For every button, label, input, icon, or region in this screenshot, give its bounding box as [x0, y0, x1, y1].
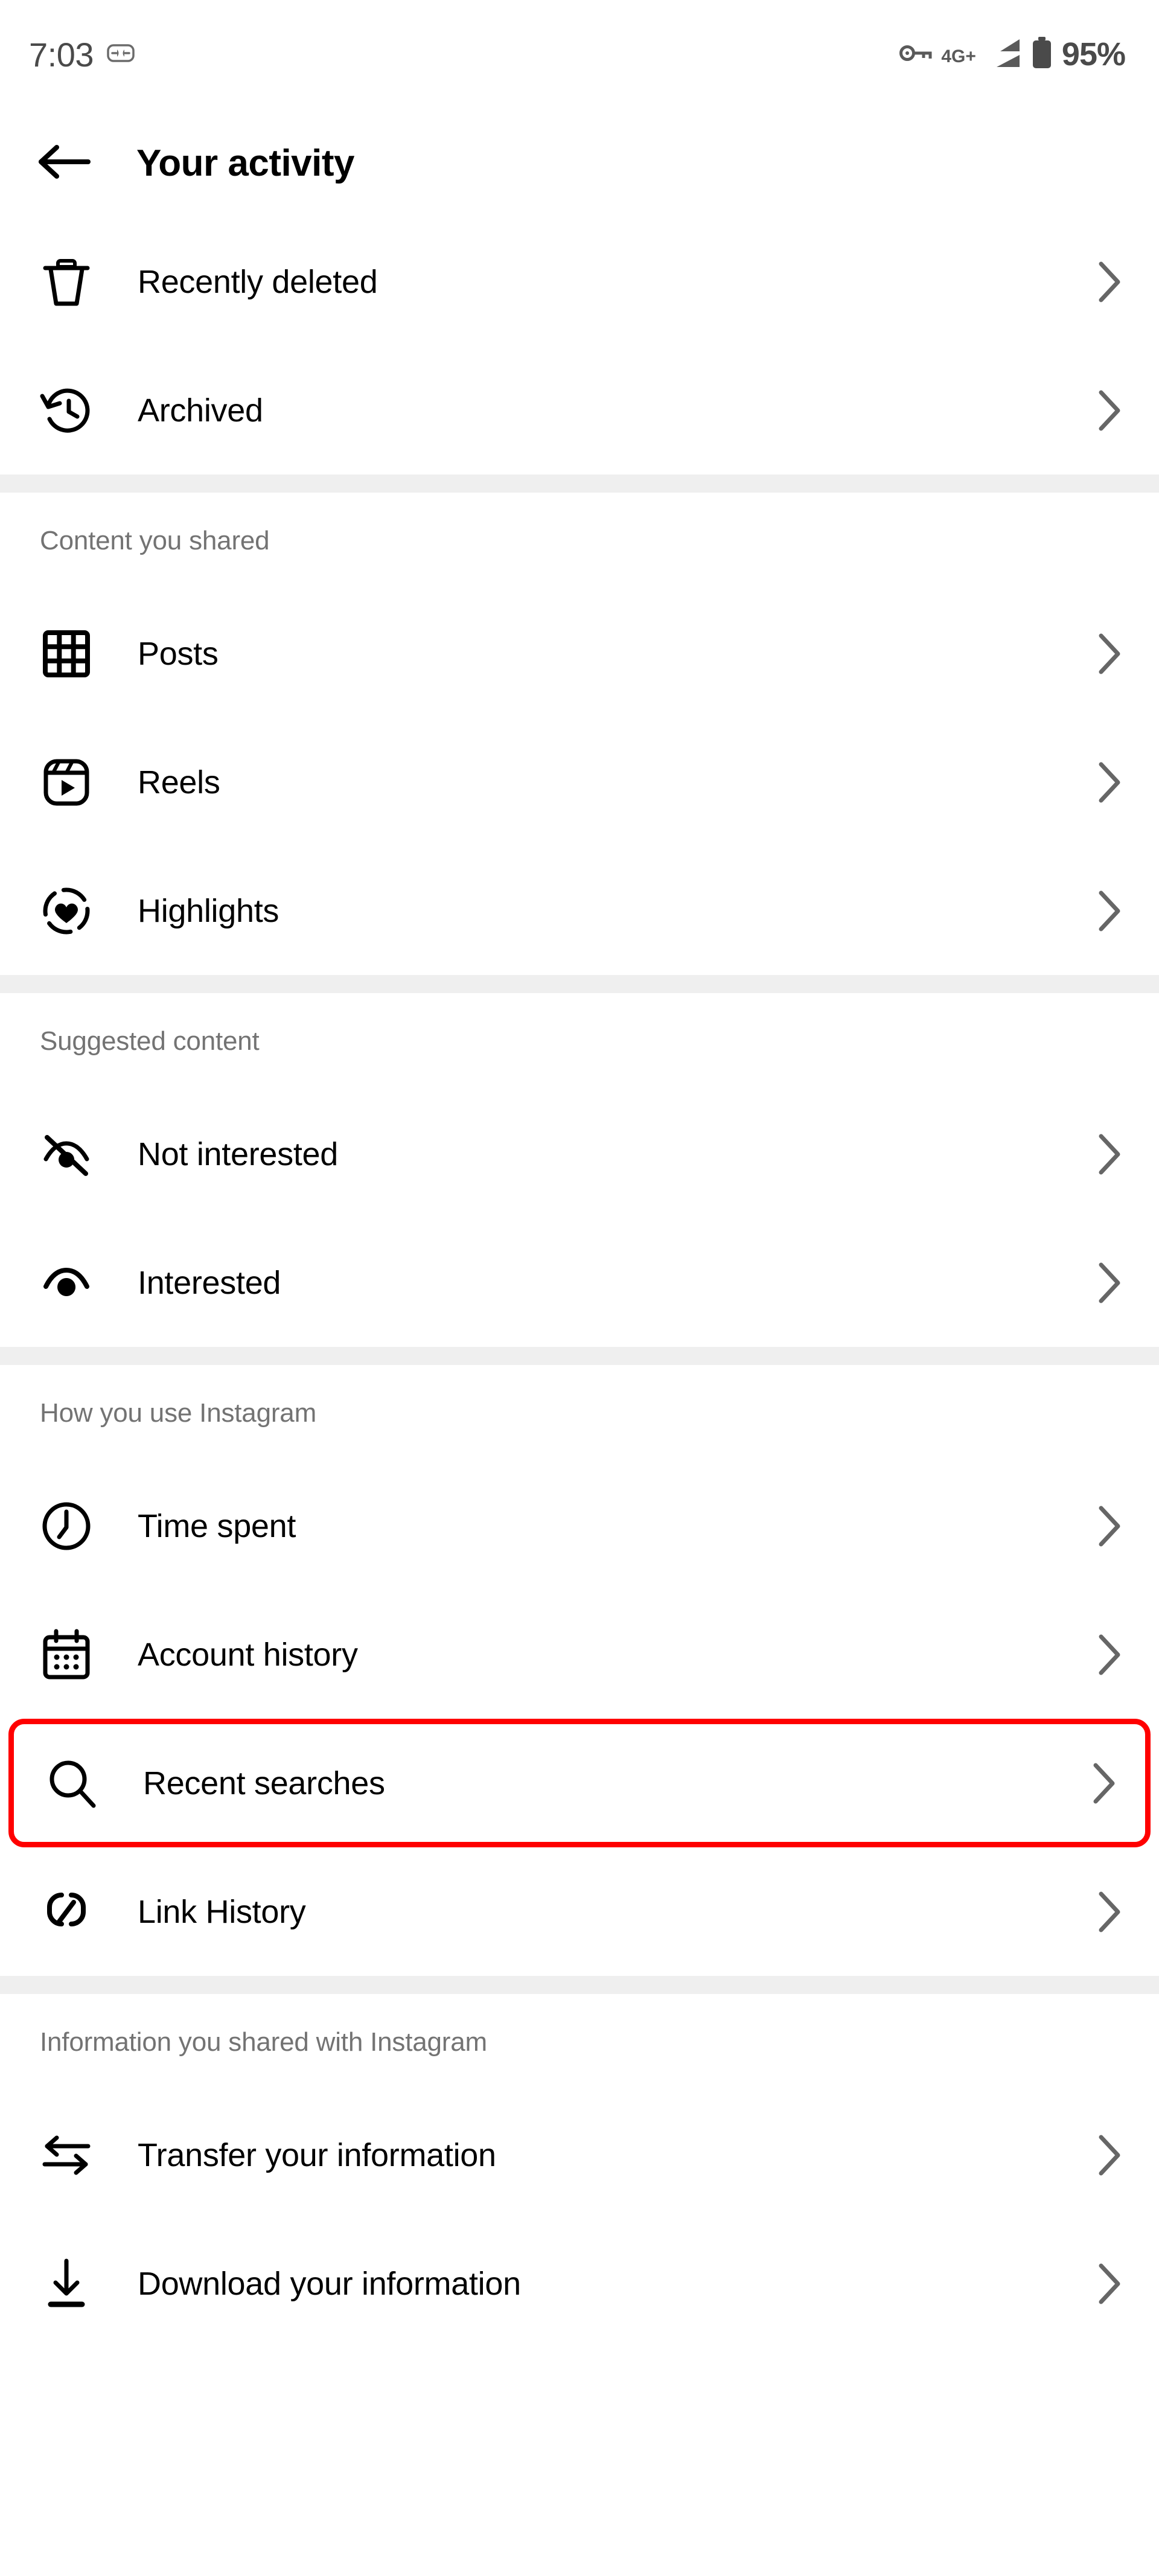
list-item-label: Transfer your information [138, 2137, 496, 2173]
list-item-recently-deleted[interactable]: Recently deleted [0, 217, 1159, 346]
chevron-right-icon[interactable] [1083, 630, 1125, 678]
vpn-key-icon [899, 40, 933, 69]
eye-icon [37, 1254, 104, 1312]
chevron-right-icon[interactable] [1083, 386, 1125, 435]
section-header-content-you-shared: Content you shared [40, 526, 270, 555]
chevron-right-icon[interactable] [1083, 758, 1125, 807]
list-item-reels[interactable]: Reels [0, 718, 1159, 846]
list-item-recent-searches[interactable]: Recent searches [8, 1719, 1151, 1847]
list-item-archived[interactable]: Archived [0, 346, 1159, 475]
chevron-right-icon[interactable] [1083, 2260, 1125, 2308]
calendar-icon [37, 1626, 104, 1684]
list-item-label: Account history [138, 1636, 358, 1673]
eye-off-icon [37, 1125, 104, 1183]
transfer-arrows-icon [37, 2126, 104, 2184]
page-header: Your activity [0, 109, 1159, 217]
trash-icon [37, 253, 104, 311]
list-item-interested[interactable]: Interested [0, 1218, 1159, 1347]
list-item-highlights[interactable]: Highlights [0, 846, 1159, 975]
battery-icon [1030, 36, 1053, 73]
list-item-time-spent[interactable]: Time spent [0, 1462, 1159, 1590]
screenshot-icon [107, 43, 135, 66]
back-button[interactable] [24, 124, 103, 202]
list-item-not-interested[interactable]: Not interested [0, 1090, 1159, 1218]
list-item-posts[interactable]: Posts [0, 589, 1159, 718]
status-bar-left: 7:03 [29, 35, 135, 74]
status-bar-right: 4G+ 95% [899, 36, 1126, 73]
list-item-label: Link History [138, 1893, 306, 1930]
section-divider [0, 475, 1159, 493]
section-divider [0, 1976, 1159, 1994]
list-item-label: Archived [138, 392, 263, 429]
network-type-label: 4G+ [941, 46, 976, 66]
list-item-transfer-your-information[interactable]: Transfer your information [0, 2091, 1159, 2219]
clock-icon [37, 1497, 104, 1555]
download-icon [37, 2255, 104, 2313]
chevron-right-icon[interactable] [1083, 1631, 1125, 1679]
list-item-label: Posts [138, 635, 219, 672]
grid-icon [37, 625, 104, 683]
history-clock-icon [37, 382, 104, 439]
list-item-label: Not interested [138, 1136, 338, 1172]
chevron-right-icon[interactable] [1083, 1259, 1125, 1307]
chevron-right-icon[interactable] [1083, 1502, 1125, 1550]
reels-clapperboard-icon [37, 753, 104, 811]
back-arrow-icon [36, 143, 91, 184]
list-item-label: Interested [138, 1264, 281, 1301]
list-item-label: Time spent [138, 1507, 296, 1544]
list-item-label: Recently deleted [138, 263, 378, 300]
section-header-information-you-shared: Information you shared with Instagram [40, 2027, 487, 2057]
section-header-suggested-content: Suggested content [40, 1026, 260, 1056]
list-item-download-your-information[interactable]: Download your information [0, 2219, 1159, 2348]
list-item-link-history[interactable]: Link History [0, 1847, 1159, 1976]
status-bar-clock: 7:03 [29, 35, 94, 74]
link-icon [37, 1883, 104, 1941]
section-divider [0, 975, 1159, 993]
chevron-right-icon[interactable] [1083, 2131, 1125, 2179]
battery-percent-label: 95% [1061, 36, 1126, 72]
chevron-right-icon[interactable] [1083, 1130, 1125, 1178]
chevron-right-icon[interactable] [1083, 258, 1125, 306]
status-bar: 7:03 4G+ 95% [0, 0, 1159, 109]
section-header-how-you-use-instagram: How you use Instagram [40, 1398, 317, 1428]
list-item-label: Reels [138, 764, 220, 801]
chevron-right-icon[interactable] [1083, 887, 1125, 935]
highlights-heart-circle-icon [37, 882, 104, 940]
list-item-label: Recent searches [143, 1765, 385, 1801]
page-title: Your activity [136, 142, 355, 184]
search-icon [43, 1754, 109, 1812]
list-item-label: Highlights [138, 892, 279, 929]
activity-list: Recently deleted Archived Content you sh… [0, 217, 1159, 2348]
chevron-right-icon[interactable] [1078, 1759, 1120, 1807]
signal-bars-icon [985, 37, 1022, 72]
list-item-label: Download your information [138, 2265, 521, 2302]
chevron-right-icon[interactable] [1083, 1888, 1125, 1936]
list-item-account-history[interactable]: Account history [0, 1590, 1159, 1719]
section-divider [0, 1347, 1159, 1365]
